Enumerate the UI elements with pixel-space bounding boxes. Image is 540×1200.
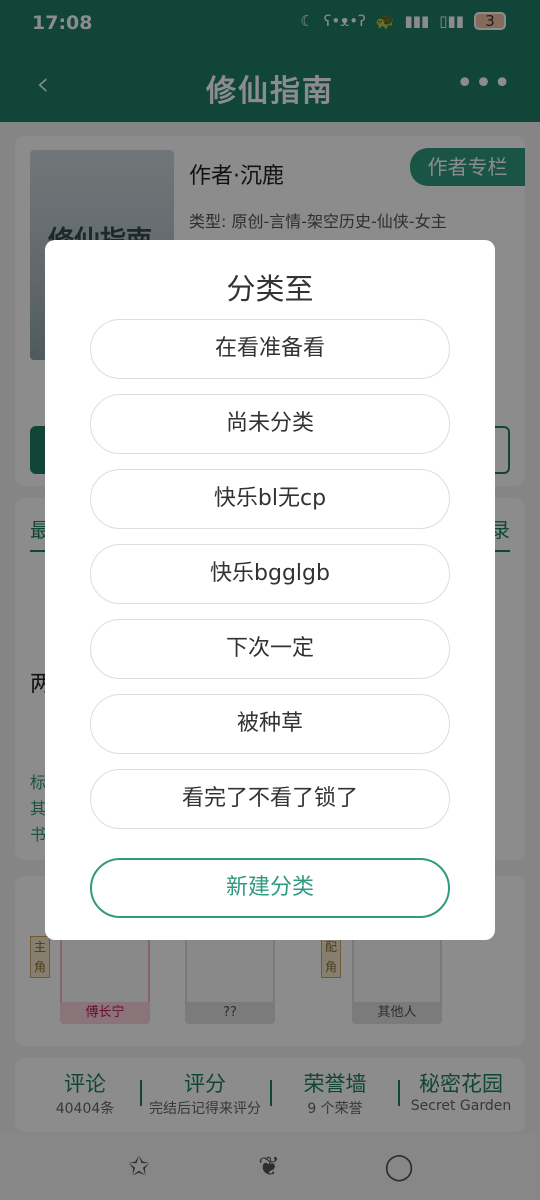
category-option[interactable]: 看完了不看了锁了 — [90, 769, 450, 829]
new-category-button[interactable]: 新建分类 — [90, 858, 450, 918]
category-option[interactable]: 尚未分类 — [90, 394, 450, 454]
dialog-title: 分类至 — [226, 272, 314, 306]
category-option[interactable]: 下次一定 — [90, 619, 450, 679]
category-option[interactable]: 快乐bl无cp — [90, 469, 450, 529]
category-option[interactable]: 快乐bgglgb — [90, 544, 450, 604]
category-option[interactable]: 被种草 — [90, 694, 450, 754]
category-dialog: 分类至 在看准备看 尚未分类 快乐bl无cp 快乐bgglgb 下次一定 被种草… — [45, 240, 495, 940]
category-option[interactable]: 在看准备看 — [90, 319, 450, 379]
